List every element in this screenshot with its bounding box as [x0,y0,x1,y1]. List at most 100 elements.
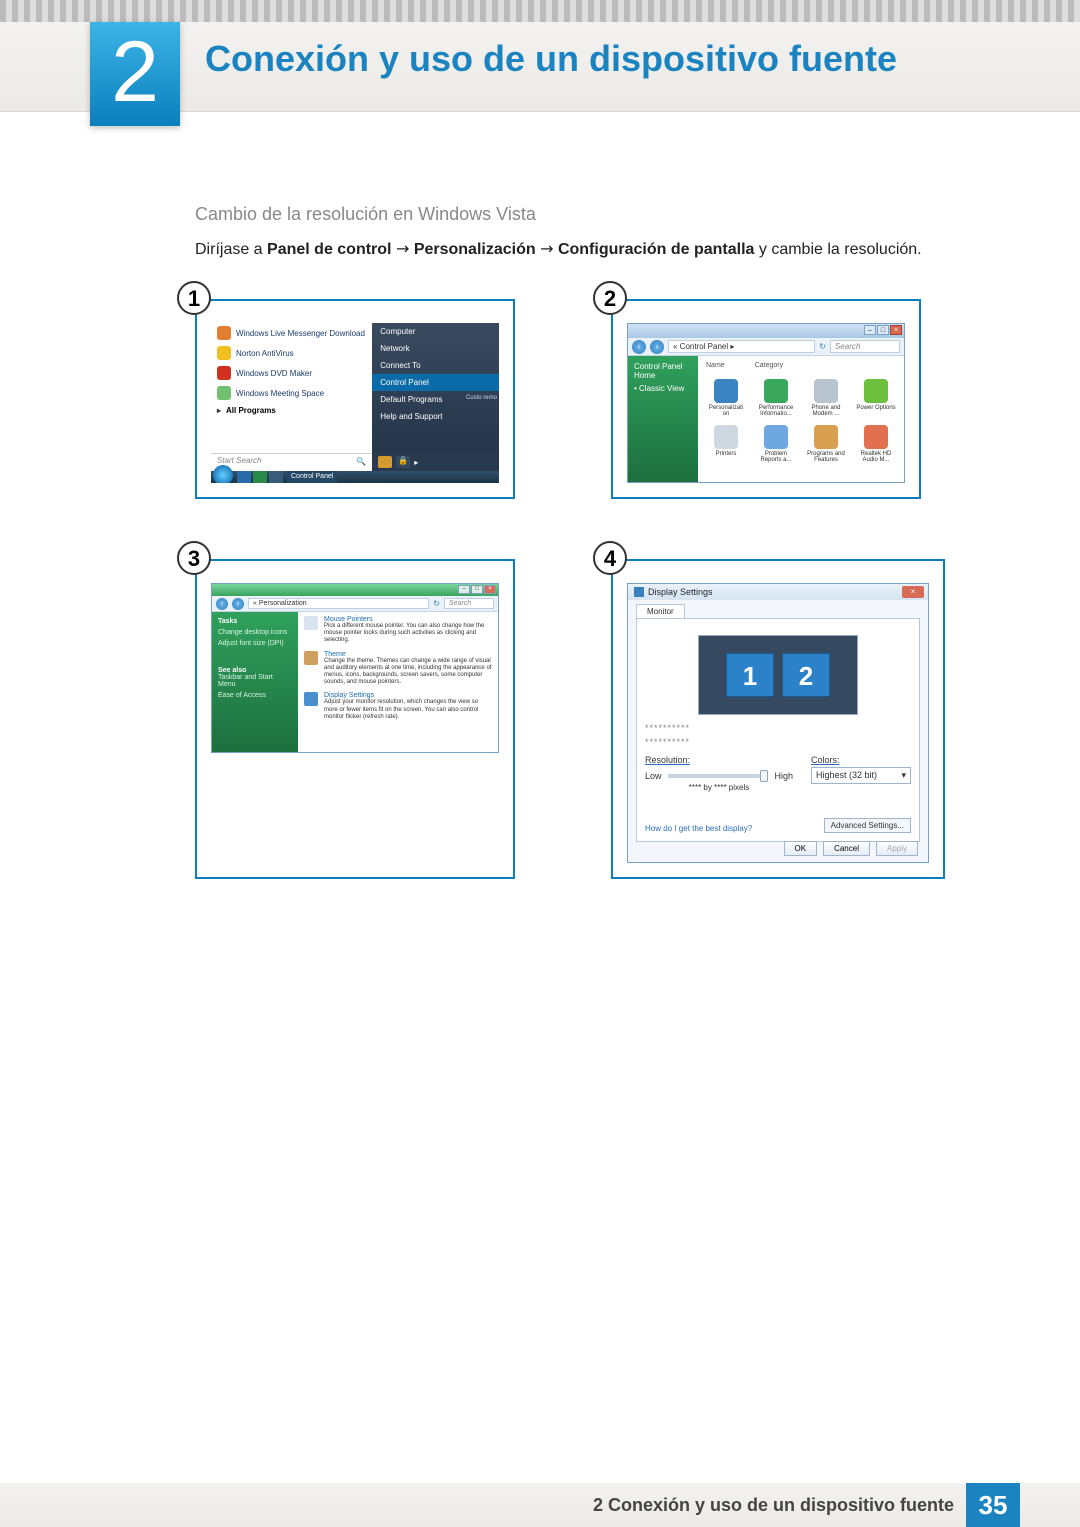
minimize-button[interactable]: – [458,585,470,594]
instruction-text: Diríjase a Panel de control → Personaliz… [195,239,985,259]
start-orb-icon[interactable] [213,465,233,483]
footer-label: 2 Conexión y uso de un dispositivo fuent… [593,1495,966,1516]
search-icon: 🔍 [356,457,366,466]
start-right-item[interactable]: Network [372,340,499,357]
power-button-icon[interactable] [378,456,392,468]
refresh-icon[interactable]: ↻ [433,599,440,608]
lock-button-icon[interactable]: 🔒 [396,456,410,468]
apply-button[interactable]: Apply [876,841,918,856]
tab-monitor[interactable]: Monitor [636,604,685,618]
control-panel-item[interactable]: Power Options [856,379,896,417]
start-right-item[interactable]: Connect To [372,357,499,374]
dialog-titlebar: Display Settings × [628,584,928,600]
monitor-2[interactable]: 2 [782,653,830,697]
app-icon [217,366,231,380]
personalization-entry[interactable]: ThemeChange the theme. Themes can change… [304,651,492,687]
control-panel-mainpane: Name Category Personalizati on Performanc… [698,356,904,482]
forward-button-icon[interactable]: › [650,340,664,354]
control-panel-item[interactable]: Programs and Features [806,425,846,463]
control-panel-item[interactable]: Phone and Modem ... [806,379,846,417]
all-programs-item[interactable]: ▸ All Programs [211,403,372,418]
personalization-entry[interactable]: Display SettingsAdjust your monitor reso… [304,692,492,721]
entry-title: Display Settings [324,692,492,699]
search-input[interactable]: Search [830,340,900,353]
help-link[interactable]: How do I get the best display? [645,824,752,833]
colors-label: Colors: [811,755,911,765]
step-4-frame: 4 Display Settings × Monitor 1 2 ***** [611,559,945,879]
breadcrumb[interactable]: « Control Panel ▸ [668,340,815,353]
start-menu-item-label: Norton AntiVirus [236,349,294,358]
step-1-frame: 1 Windows Live Messenger DownloadNorton … [195,299,515,499]
control-panel-item[interactable]: Realtek HD Audio M... [856,425,896,463]
ok-button[interactable]: OK [784,841,818,856]
entry-icon [304,651,318,665]
cancel-button[interactable]: Cancel [823,841,870,856]
step-badge-1: 1 [177,281,211,315]
taskbar-ie-icon[interactable] [237,471,251,483]
maximize-button[interactable]: □ [471,585,483,594]
start-right-item[interactable]: Default ProgramsCusto remo [372,391,499,408]
start-right-item[interactable]: Control Panel [372,374,499,391]
forward-button-icon[interactable]: › [232,598,244,610]
cp-item-label: Programs and Features [806,451,846,463]
personalization-entry[interactable]: Mouse PointersPick a different mouse poi… [304,616,492,645]
tasks-heading: Tasks [218,618,292,625]
control-panel-item[interactable]: Problem Reports a... [756,425,796,463]
monitor-preview: 1 2 [698,635,858,715]
taskbar-item-icon[interactable] [269,471,283,483]
column-headers: Name Category [702,360,900,375]
control-panel-item[interactable]: Printers [706,425,746,463]
start-right-item[interactable]: Help and Support [372,408,499,425]
maximize-button[interactable]: □ [877,325,889,335]
start-menu-item[interactable]: Windows Meeting Space [211,383,372,403]
seealso-link[interactable]: Ease of Access [218,692,292,699]
start-search-box[interactable]: Start Search 🔍 [211,453,372,471]
minimize-button[interactable]: – [864,325,876,335]
breadcrumb[interactable]: « Personalization [248,598,429,609]
tooltip-fragment: Custo remo [466,395,497,401]
refresh-icon[interactable]: ↻ [819,342,826,351]
entry-description: Change the theme. Themes can change a wi… [324,658,492,687]
cp-icon [764,379,788,403]
entry-description: Adjust your monitor resolution, which ch… [324,699,492,721]
cp-item-label: Performance Informatio... [756,405,796,417]
monitor-1[interactable]: 1 [726,653,774,697]
chapter-title: Conexión y uso de un dispositivo fuente [205,38,897,80]
task-link[interactable]: Change desktop icons [218,629,292,636]
colors-dropdown[interactable]: Highest (32 bit) ▾ [811,767,911,784]
slider-thumb[interactable] [760,770,768,782]
slider-high-label: High [774,771,793,781]
path-configuracion-de-pantalla: Configuración de pantalla [558,241,754,258]
resolution-slider[interactable]: Low High [645,771,793,781]
control-panel-item[interactable]: Performance Informatio... [756,379,796,417]
window-buttons: – □ × [864,325,902,335]
close-button[interactable]: × [890,325,902,335]
arrow-icon: → [540,239,553,258]
slider-track[interactable] [668,774,769,778]
task-link[interactable]: Adjust font size (DPI) [218,640,292,647]
cp-item-label: Realtek HD Audio M... [856,451,896,463]
app-icon [217,326,231,340]
side-link-home[interactable]: Control Panel Home [634,362,692,380]
chevron-right-icon[interactable]: ▸ [414,458,418,467]
start-menu-item[interactable]: Windows Live Messenger Download [211,323,372,343]
start-menu-item[interactable]: Windows DVD Maker [211,363,372,383]
dialog-buttons: OK Cancel Apply [784,841,918,856]
start-menu-item[interactable]: Norton AntiVirus [211,343,372,363]
start-right-item[interactable]: Computer [372,323,499,340]
control-panel-item[interactable]: Personalizati on [706,379,746,417]
side-link-classic[interactable]: • Classic View [634,384,692,393]
taskbar-wmp-icon[interactable] [253,471,267,483]
advanced-settings-button[interactable]: Advanced Settings... [824,818,911,833]
back-button-icon[interactable]: ‹ [216,598,228,610]
cp-icon [864,425,888,449]
back-button-icon[interactable]: ‹ [632,340,646,354]
seealso-link[interactable]: Taskbar and Start Menu [218,674,292,688]
page-footer: 2 Conexión y uso de un dispositivo fuent… [0,1483,1080,1527]
entry-icon [304,616,318,630]
resolution-group: Resolution: Low High **** by **** pixels [645,755,793,792]
close-button[interactable]: × [484,585,496,594]
close-button[interactable]: × [902,586,924,598]
taskbar-control-panel[interactable]: Control Panel [287,471,337,483]
search-input[interactable]: Search [444,598,494,609]
